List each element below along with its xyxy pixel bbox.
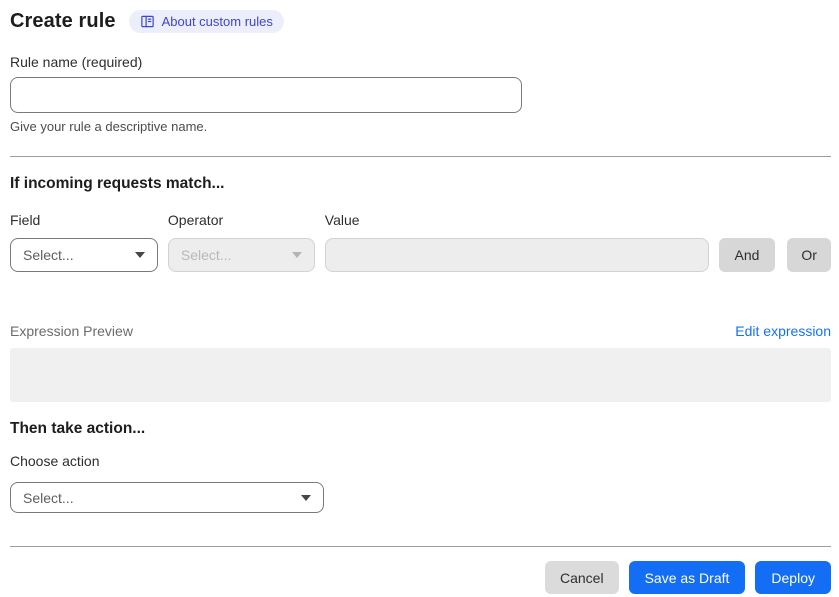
deploy-button[interactable]: Deploy [755, 561, 831, 594]
field-select[interactable]: Select... [10, 238, 158, 272]
field-column: Field Select... [10, 212, 158, 272]
match-section-heading: If incoming requests match... [10, 175, 225, 192]
choose-action-select[interactable]: Select... [10, 482, 324, 513]
rule-name-label: Rule name (required) [10, 54, 143, 70]
book-icon [140, 14, 155, 29]
action-section-heading: Then take action... [10, 420, 146, 437]
edit-expression-link[interactable]: Edit expression [735, 323, 831, 339]
operator-select: Select... [167, 238, 315, 272]
expression-preview-label: Expression Preview [10, 323, 133, 339]
page-title: Create rule [10, 10, 116, 32]
match-condition-row: Field Select... Operator Select... Value… [10, 212, 831, 272]
value-column: Value [324, 212, 709, 272]
field-label: Field [10, 212, 41, 228]
about-custom-rules-link[interactable]: About custom rules [128, 10, 284, 33]
chevron-down-icon [301, 494, 311, 501]
expression-preview-header: Expression Preview Edit expression [10, 323, 831, 339]
operator-column: Operator Select... [167, 212, 315, 272]
operator-select-value: Select... [180, 247, 232, 263]
create-rule-page: Create rule About custom rules Rule name… [0, 0, 839, 594]
about-custom-rules-label: About custom rules [161, 14, 273, 29]
value-input [324, 238, 709, 272]
footer-divider [10, 546, 831, 547]
save-as-draft-button[interactable]: Save as Draft [628, 561, 746, 594]
choose-action-label: Choose action [10, 453, 100, 469]
section-divider [10, 156, 831, 157]
operator-label: Operator [167, 212, 224, 228]
cancel-button[interactable]: Cancel [544, 561, 619, 594]
field-select-value: Select... [23, 247, 74, 263]
chevron-down-icon [134, 252, 145, 258]
rule-name-input[interactable] [10, 77, 522, 113]
choose-action-select-value: Select... [23, 489, 74, 506]
chevron-down-icon [291, 252, 302, 258]
page-header: Create rule About custom rules [10, 10, 831, 33]
value-label: Value [324, 212, 360, 228]
rule-name-helper-text: Give your rule a descriptive name. [10, 119, 208, 134]
expression-preview-box [10, 348, 831, 402]
and-button[interactable]: And [718, 238, 776, 272]
or-button[interactable]: Or [787, 238, 831, 272]
footer-actions: Cancel Save as Draft Deploy [10, 561, 831, 594]
